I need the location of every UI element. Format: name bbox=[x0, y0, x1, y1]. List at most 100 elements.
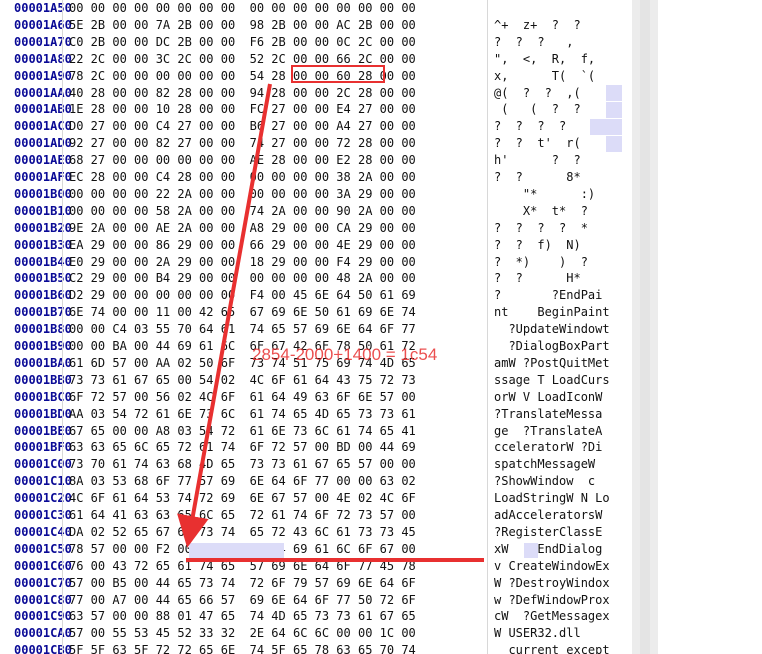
row-hex-bytes[interactable]: EC 28 00 00 C4 28 00 00 00 00 00 00 38 2… bbox=[69, 169, 416, 186]
row-ascii[interactable]: ? ? ? ? * bbox=[494, 220, 588, 237]
row-hex-bytes[interactable]: 5F 5F 63 5F 72 72 65 6E 74 5F 65 78 63 6… bbox=[69, 642, 416, 654]
hex-row[interactable]: 00001CA0 57 00 55 53 45 52 33 32 2E 64 6C… bbox=[0, 625, 632, 642]
row-hex-bytes[interactable]: 5E 2B 00 00 7A 2B 00 00 98 2B 00 00 AC 2… bbox=[69, 17, 416, 34]
row-ascii[interactable]: ?DialogBoxPart bbox=[494, 338, 609, 355]
hex-row[interactable]: 00001C40 DA 02 52 65 67 69 73 74 65 72 43… bbox=[0, 524, 632, 541]
hex-row[interactable]: 00001C70 57 00 B5 00 44 65 73 74 72 6F 79… bbox=[0, 575, 632, 592]
hex-row[interactable]: 00001BB0 73 73 61 67 65 00 54 02 4C 6F 61… bbox=[0, 372, 632, 389]
hex-row[interactable]: 00001B80 00 00 C4 03 55 70 64 61 74 65 57… bbox=[0, 321, 632, 338]
row-ascii[interactable]: v CreateWindowEx bbox=[494, 558, 610, 575]
row-hex-bytes[interactable]: 67 65 00 00 A8 03 54 72 61 6E 73 6C 61 7… bbox=[69, 423, 416, 440]
row-hex-bytes[interactable]: 77 00 A7 00 44 65 66 57 69 6E 64 6F 77 5… bbox=[69, 592, 416, 609]
hex-row[interactable]: 00001A50 00 00 00 00 00 00 00 00 00 00 00… bbox=[0, 0, 632, 17]
hex-row[interactable]: 00001C20 4C 6F 61 64 53 74 72 69 6E 67 57… bbox=[0, 490, 632, 507]
hex-row[interactable]: 00001C00 73 70 61 74 63 68 4D 65 73 73 61… bbox=[0, 456, 632, 473]
row-ascii[interactable]: ? *) ) ? bbox=[494, 254, 588, 271]
row-ascii[interactable]: ? ? f) N) bbox=[494, 237, 581, 254]
row-ascii[interactable]: ? ? ? ? bbox=[494, 118, 566, 135]
row-hex-bytes[interactable]: 68 27 00 00 00 00 00 00 AE 28 00 00 E2 2… bbox=[69, 152, 416, 169]
hex-row[interactable]: 00001A60 5E 2B 00 00 7A 2B 00 00 98 2B 00… bbox=[0, 17, 632, 34]
hex-row[interactable]: 00001BF0 63 63 65 6C 65 72 61 74 6F 72 57… bbox=[0, 439, 632, 456]
row-ascii[interactable]: spatchMessageW bbox=[494, 456, 595, 473]
row-hex-bytes[interactable]: 92 27 00 00 82 27 00 00 74 27 00 00 72 2… bbox=[69, 135, 416, 152]
row-ascii[interactable]: @( ? ? ,( bbox=[494, 85, 581, 102]
hex-row[interactable]: 00001B70 6E 74 00 00 11 00 42 65 67 69 6E… bbox=[0, 304, 632, 321]
hex-row[interactable]: 00001AA0 40 28 00 00 82 28 00 00 94 28 00… bbox=[0, 85, 632, 102]
row-ascii[interactable]: LoadStringW N Lo bbox=[494, 490, 610, 507]
row-hex-bytes[interactable]: 63 57 00 00 88 01 47 65 74 4D 65 73 73 6… bbox=[69, 608, 416, 625]
row-hex-bytes[interactable]: 63 63 65 6C 65 72 61 74 6F 72 57 00 BD 0… bbox=[69, 439, 416, 456]
row-ascii[interactable]: "* :) bbox=[494, 186, 595, 203]
row-hex-bytes[interactable]: 00 00 00 00 00 00 00 00 00 00 00 00 00 0… bbox=[69, 0, 416, 17]
row-hex-bytes[interactable]: 40 28 00 00 82 28 00 00 94 28 00 00 2C 2… bbox=[69, 85, 416, 102]
row-ascii[interactable]: ssage T LoadCurs bbox=[494, 372, 610, 389]
row-hex-bytes[interactable]: 61 64 41 63 63 65 6C 65 72 61 74 6F 72 7… bbox=[69, 507, 416, 524]
row-ascii[interactable]: ge ?TranslateA bbox=[494, 423, 602, 440]
row-hex-bytes[interactable]: 1E 28 00 00 10 28 00 00 FC 27 00 00 E4 2… bbox=[69, 101, 416, 118]
hex-row[interactable]: 00001B10 00 00 00 00 58 2A 00 00 74 2A 00… bbox=[0, 203, 632, 220]
row-hex-bytes[interactable]: 57 00 55 53 45 52 33 32 2E 64 6C 6C 00 0… bbox=[69, 625, 416, 642]
row-hex-bytes[interactable]: 6E 74 00 00 11 00 42 65 67 69 6E 50 61 6… bbox=[69, 304, 416, 321]
row-ascii[interactable]: ^+ z+ ? ? bbox=[494, 17, 581, 34]
row-ascii[interactable]: x, T( `( bbox=[494, 68, 595, 85]
hex-row[interactable]: 00001A70 C0 2B 00 00 DC 2B 00 00 F6 2B 00… bbox=[0, 34, 632, 51]
row-hex-bytes[interactable]: 6F 72 57 00 56 02 4C 6F 61 64 49 63 6F 6… bbox=[69, 389, 416, 406]
row-ascii[interactable]: amW ?PostQuitMet bbox=[494, 355, 610, 372]
row-hex-bytes[interactable]: 00 00 00 00 58 2A 00 00 74 2A 00 00 90 2… bbox=[69, 203, 416, 220]
row-hex-bytes[interactable]: C0 2B 00 00 DC 2B 00 00 F6 2B 00 00 0C 2… bbox=[69, 34, 416, 51]
row-ascii[interactable]: xW ? EndDialog bbox=[494, 541, 602, 558]
hex-row[interactable]: 00001B20 9E 2A 00 00 AE 2A 00 00 A8 29 00… bbox=[0, 220, 632, 237]
row-ascii[interactable]: orW V LoadIconW bbox=[494, 389, 602, 406]
hex-row[interactable]: 00001B50 C2 29 00 00 B4 29 00 00 00 00 00… bbox=[0, 270, 632, 287]
hex-row[interactable]: 00001BE0 67 65 00 00 A8 03 54 72 61 6E 73… bbox=[0, 423, 632, 440]
hex-row[interactable]: 00001BC0 6F 72 57 00 56 02 4C 6F 61 64 49… bbox=[0, 389, 632, 406]
row-ascii[interactable]: ( ( ? ? bbox=[494, 101, 580, 118]
row-ascii[interactable]: ? ?EndPai bbox=[494, 287, 602, 304]
hex-row[interactable]: 00001CB0 5F 5F 63 5F 72 72 65 6E 74 5F 65… bbox=[0, 642, 632, 654]
hex-row[interactable]: 00001B60 D2 29 00 00 00 00 00 00 F4 00 45… bbox=[0, 287, 632, 304]
row-hex-bytes[interactable]: 73 70 61 74 63 68 4D 65 73 73 61 67 65 5… bbox=[69, 456, 416, 473]
row-hex-bytes[interactable]: C2 29 00 00 B4 29 00 00 00 00 00 00 48 2… bbox=[69, 270, 416, 287]
row-ascii[interactable]: W USER32.dll bbox=[494, 625, 581, 642]
hex-editor-view[interactable]: 00001A50 00 00 00 00 00 00 00 00 00 00 00… bbox=[0, 0, 632, 654]
row-ascii[interactable]: X* t* ? bbox=[494, 203, 588, 220]
row-hex-bytes[interactable]: E0 29 00 00 2A 29 00 00 18 29 00 00 F4 2… bbox=[69, 254, 416, 271]
row-ascii[interactable]: ? ? ? , bbox=[494, 34, 573, 51]
hex-row[interactable]: 00001AB0 1E 28 00 00 10 28 00 00 FC 27 00… bbox=[0, 101, 632, 118]
row-hex-bytes[interactable]: D2 29 00 00 00 00 00 00 F4 00 45 6E 64 5… bbox=[69, 287, 416, 304]
hex-row[interactable]: 00001AF0 EC 28 00 00 C4 28 00 00 00 00 00… bbox=[0, 169, 632, 186]
hex-row[interactable]: 00001C90 63 57 00 00 88 01 47 65 74 4D 65… bbox=[0, 608, 632, 625]
hex-row[interactable]: 00001C80 77 00 A7 00 44 65 66 57 69 6E 64… bbox=[0, 592, 632, 609]
row-ascii[interactable]: ?UpdateWindowt bbox=[494, 321, 609, 338]
row-ascii[interactable]: W ?DestroyWindox bbox=[494, 575, 610, 592]
hex-row[interactable]: 00001B40 E0 29 00 00 2A 29 00 00 18 29 00… bbox=[0, 254, 632, 271]
row-ascii[interactable]: ? ? H* bbox=[494, 270, 581, 287]
scrollbar-thumb[interactable] bbox=[640, 0, 650, 654]
row-hex-bytes[interactable]: EA 29 00 00 86 29 00 00 66 29 00 00 4E 2… bbox=[69, 237, 416, 254]
row-hex-bytes[interactable]: D0 27 00 00 C4 27 00 00 B6 27 00 00 A4 2… bbox=[69, 118, 416, 135]
row-ascii[interactable]: w ?DefWindowProx bbox=[494, 592, 610, 609]
hex-row[interactable]: 00001B00 00 00 00 00 22 2A 00 00 00 00 00… bbox=[0, 186, 632, 203]
row-ascii[interactable]: ?ShowWindow c bbox=[494, 473, 595, 490]
row-ascii[interactable]: adAcceleratorsW bbox=[494, 507, 602, 524]
row-hex-bytes[interactable]: 00 00 C4 03 55 70 64 61 74 65 57 69 6E 6… bbox=[69, 321, 416, 338]
row-hex-bytes[interactable]: DA 02 52 65 67 69 73 74 65 72 43 6C 61 7… bbox=[69, 524, 416, 541]
row-hex-bytes[interactable]: 57 00 B5 00 44 65 73 74 72 6F 79 57 69 6… bbox=[69, 575, 416, 592]
hex-row[interactable]: 00001AD0 92 27 00 00 82 27 00 00 74 27 00… bbox=[0, 135, 632, 152]
row-ascii[interactable]: h' ? ? bbox=[494, 152, 581, 169]
hex-row[interactable]: 00001B30 EA 29 00 00 86 29 00 00 66 29 00… bbox=[0, 237, 632, 254]
row-ascii[interactable]: ? ? 8* bbox=[494, 169, 581, 186]
hex-row[interactable]: 00001BD0 AA 03 54 72 61 6E 73 6C 61 74 65… bbox=[0, 406, 632, 423]
row-ascii[interactable]: __current_except bbox=[494, 642, 610, 654]
row-ascii[interactable]: ?TranslateMessa bbox=[494, 406, 602, 423]
row-ascii[interactable]: nt BeginPaint bbox=[494, 304, 610, 321]
row-ascii[interactable]: ", <, R, f, bbox=[494, 51, 595, 68]
hex-row[interactable]: 00001AC0 D0 27 00 00 C4 27 00 00 B6 27 00… bbox=[0, 118, 632, 135]
hex-row[interactable]: 00001AE0 68 27 00 00 00 00 00 00 AE 28 00… bbox=[0, 152, 632, 169]
row-ascii[interactable]: ?RegisterClassE bbox=[494, 524, 602, 541]
row-ascii[interactable]: cW ?GetMessagex bbox=[494, 608, 610, 625]
row-hex-bytes[interactable]: 73 73 61 67 65 00 54 02 4C 6F 61 64 43 7… bbox=[69, 372, 416, 389]
row-hex-bytes[interactable]: AA 03 54 72 61 6E 73 6C 61 74 65 4D 65 7… bbox=[69, 406, 416, 423]
hex-row[interactable]: 00001C30 61 64 41 63 63 65 6C 65 72 61 74… bbox=[0, 507, 632, 524]
row-hex-bytes[interactable]: 9E 2A 00 00 AE 2A 00 00 A8 29 00 00 CA 2… bbox=[69, 220, 416, 237]
